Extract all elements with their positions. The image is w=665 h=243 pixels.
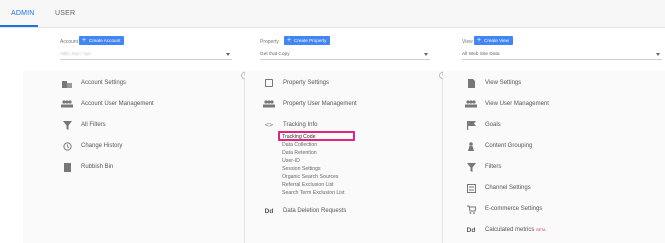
content-grouping-label: Content Grouping — [485, 143, 533, 149]
tab-user[interactable]: USER — [55, 10, 75, 17]
rubbish-bin-label: Rubbish Bin — [81, 164, 114, 170]
referral-exclusion-list-link[interactable]: Referral Exclusion List — [282, 182, 334, 188]
calculated-metrics-link[interactable]: Dd Calculated metrics BETA — [465, 224, 546, 236]
account-settings-link[interactable]: Account Settings — [61, 77, 126, 89]
filter-icon — [61, 120, 73, 130]
account-settings-label: Account Settings — [81, 80, 127, 86]
view-panel: View Settings View User Management Goals… — [443, 71, 665, 243]
ecommerce-settings-link[interactable]: E-commerce Settings — [465, 203, 542, 215]
flag-icon — [465, 120, 477, 130]
person-icon — [465, 141, 477, 151]
code-icon: <> — [264, 121, 274, 129]
view-column: View + Create View All Web Site Data View… — [443, 28, 665, 243]
history-icon — [61, 141, 73, 151]
filters-link[interactable]: Filters — [465, 161, 501, 173]
view-settings-link[interactable]: View Settings — [465, 77, 521, 89]
change-history-label: Change History — [81, 143, 123, 149]
tracking-info-link[interactable]: <> Tracking Info — [263, 119, 318, 131]
document-icon — [465, 78, 477, 88]
view-user-management-link[interactable]: View User Management — [465, 98, 549, 110]
cart-icon — [465, 204, 477, 214]
content-grouping-link[interactable]: Content Grouping — [465, 140, 532, 152]
users-icon — [263, 99, 275, 109]
organic-search-sources-link[interactable]: Organic Search Sources — [282, 174, 339, 180]
account-column: Account + Create Account ABC-Xxx / xyz Ac… — [0, 28, 248, 243]
tracking-code-highlight — [278, 131, 355, 141]
filters-label: Filters — [485, 164, 502, 170]
goals-label: Goals — [485, 122, 501, 128]
trash-icon — [61, 162, 73, 172]
channel-settings-link[interactable]: Channel Settings — [465, 182, 531, 194]
data-deletion-requests-link[interactable]: Dd Data Deletion Requests — [263, 205, 347, 217]
dd-icon: Dd — [466, 226, 476, 234]
plus-icon: + — [287, 37, 292, 44]
property-panel: Property Settings Property User Manageme… — [245, 71, 443, 243]
box-icon — [263, 78, 275, 88]
property-settings-link[interactable]: Property Settings — [263, 77, 329, 89]
goals-link[interactable]: Goals — [465, 119, 501, 131]
users-icon — [465, 99, 477, 109]
account-user-management-label: Account User Management — [81, 101, 154, 107]
property-column: Property + Create Property Get that Copy … — [245, 28, 446, 243]
view-user-management-label: View User Management — [485, 101, 549, 107]
calculated-metrics-label: Calculated metrics — [485, 227, 535, 233]
channel-icon — [465, 183, 477, 193]
tab-admin[interactable]: ADMIN — [11, 10, 35, 17]
filter-icon — [465, 162, 477, 172]
account-selected-value: ABC-Xxx / xyz — [60, 52, 91, 57]
user-id-link[interactable]: User-ID — [282, 158, 300, 164]
create-view-button[interactable]: + Create View — [474, 36, 513, 45]
view-selector[interactable]: All Web Site Data — [462, 49, 662, 60]
property-user-management-link[interactable]: Property User Management — [263, 98, 357, 110]
property-selected-value: Get that Copy — [260, 52, 290, 57]
users-icon — [61, 99, 73, 109]
view-settings-label: View Settings — [485, 80, 522, 86]
view-heading: View — [462, 39, 473, 45]
ecommerce-settings-label: E-commerce Settings — [485, 206, 543, 212]
active-tab-indicator — [0, 25, 38, 27]
all-filters-label: All Filters — [81, 122, 106, 128]
tracking-info-label: Tracking Info — [283, 122, 318, 128]
property-user-management-label: Property User Management — [283, 101, 357, 107]
create-account-button[interactable]: + Create Account — [79, 36, 125, 45]
beta-badge: BETA — [536, 228, 546, 232]
chevron-down-icon — [424, 53, 428, 56]
create-property-label: Create Property — [294, 38, 327, 43]
property-settings-label: Property Settings — [283, 80, 330, 86]
data-collection-link[interactable]: Data Collection — [282, 142, 317, 148]
create-property-button[interactable]: + Create Property — [284, 36, 331, 45]
all-filters-link[interactable]: All Filters — [61, 119, 106, 131]
building-icon — [61, 78, 73, 88]
chevron-down-icon — [226, 53, 230, 56]
account-selector[interactable]: ABC-Xxx / xyz — [60, 49, 232, 60]
search-term-exclusion-list-link[interactable]: Search Term Exclusion List — [282, 190, 344, 196]
admin-user-tabs: ADMIN USER — [0, 0, 665, 28]
change-history-link[interactable]: Change History — [61, 140, 122, 152]
plus-icon: + — [82, 37, 87, 44]
channel-settings-label: Channel Settings — [485, 185, 531, 191]
chevron-down-icon — [656, 53, 660, 56]
data-deletion-requests-label: Data Deletion Requests — [283, 208, 347, 214]
property-heading: Property — [260, 39, 279, 45]
account-user-management-link[interactable]: Account User Management — [61, 98, 154, 110]
property-selector[interactable]: Get that Copy — [260, 49, 430, 60]
dd-icon: Dd — [264, 207, 274, 215]
data-retention-link[interactable]: Data Retention — [282, 150, 317, 156]
view-selected-value: All Web Site Data — [462, 52, 500, 57]
rubbish-bin-link[interactable]: Rubbish Bin — [61, 161, 113, 173]
session-settings-link[interactable]: Session Settings — [282, 166, 321, 172]
account-heading: Account — [60, 39, 79, 45]
create-account-label: Create Account — [89, 38, 121, 43]
create-view-label: Create View — [484, 38, 509, 43]
plus-icon: + — [477, 37, 482, 44]
account-panel: Account Settings Account User Management… — [23, 71, 245, 243]
